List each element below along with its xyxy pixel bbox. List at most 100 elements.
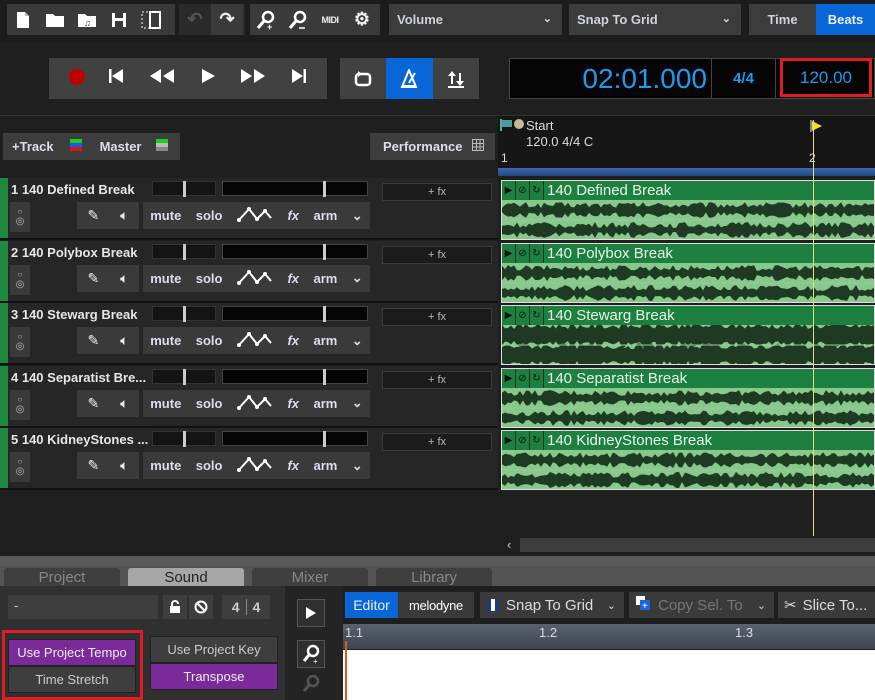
clip-mute-icon[interactable]: ⊘: [516, 306, 530, 326]
chevron-down-icon[interactable]: ⌄: [352, 458, 363, 474]
time-stretch-button[interactable]: Time Stretch: [8, 666, 136, 693]
clip-mute-icon[interactable]: ⊘: [516, 243, 530, 263]
solo-button[interactable]: solo: [196, 271, 223, 286]
clip-loop-icon[interactable]: ↻: [530, 181, 544, 200]
go-to-start-button[interactable]: [108, 68, 124, 89]
time-button[interactable]: Time: [749, 4, 816, 35]
pan-slider[interactable]: [152, 306, 216, 323]
disable-icon[interactable]: [189, 595, 213, 619]
time-signature-display[interactable]: 4/4: [712, 59, 776, 98]
edit-pencil-icon[interactable]: ✎: [87, 332, 99, 349]
mute-button[interactable]: mute: [150, 208, 181, 223]
time-position-display[interactable]: 02:01.000: [510, 59, 712, 98]
zoom-out-icon[interactable]: [282, 4, 314, 35]
editor-zoom-out-icon[interactable]: [302, 674, 320, 697]
pan-handle[interactable]: [183, 243, 186, 260]
chevron-down-icon[interactable]: ⌄: [352, 333, 363, 349]
pan-handle[interactable]: [183, 368, 186, 385]
sync-button[interactable]: [433, 58, 479, 99]
audio-clip[interactable]: ▶ ⊘ ↻ 140 KidneyStones Break: [501, 430, 875, 491]
pan-slider[interactable]: [152, 431, 216, 448]
editor-snap-dropdown[interactable]: Snap To Grid ⌄: [480, 592, 624, 618]
tab-library[interactable]: Library: [376, 568, 492, 586]
clip-loop-icon[interactable]: ↻: [530, 243, 544, 263]
track-fx-button[interactable]: fx: [287, 396, 299, 411]
scrollbar-thumb[interactable]: [520, 538, 875, 552]
edit-pencil-icon[interactable]: ✎: [87, 395, 99, 412]
track-fx-button[interactable]: fx: [287, 208, 299, 223]
track-row[interactable]: 2 140 Polybox Break ○ ◎ + fx ✎ 🔈︎ mute so…: [0, 240, 498, 303]
loop-range-bar[interactable]: [498, 168, 875, 176]
volume-slider[interactable]: [222, 431, 368, 448]
melodyne-tab[interactable]: melodyne: [398, 592, 474, 618]
volume-handle[interactable]: [323, 243, 326, 260]
editor-zoom-in-icon[interactable]: +: [297, 640, 325, 668]
metronome-button[interactable]: [386, 58, 433, 99]
edit-pencil-icon[interactable]: ✎: [87, 457, 99, 474]
editor-play-button[interactable]: [297, 599, 325, 627]
use-project-key-button[interactable]: Use Project Key: [150, 636, 278, 663]
go-to-end-button[interactable]: [291, 68, 307, 89]
clip-mute-icon[interactable]: ⊘: [516, 431, 530, 451]
edit-pencil-icon[interactable]: ✎: [87, 270, 99, 287]
new-file-icon[interactable]: [7, 4, 39, 35]
input-monitor-icon[interactable]: ○ ◎: [10, 202, 30, 232]
start-marker-label[interactable]: Start: [526, 118, 553, 133]
audio-clip[interactable]: ▶ ⊘ ↻ 140 Defined Break: [501, 180, 875, 240]
clip-loop-icon[interactable]: ↻: [530, 306, 544, 326]
track-name[interactable]: 2 140 Polybox Break: [11, 245, 137, 260]
chevron-down-icon[interactable]: ⌄: [352, 208, 363, 224]
insert-fx-button[interactable]: + fx: [382, 433, 492, 452]
clip-play-icon[interactable]: ▶: [502, 431, 516, 451]
solo-button[interactable]: solo: [196, 458, 223, 473]
open-folder-icon[interactable]: [39, 4, 71, 35]
track-color-strip[interactable]: [0, 365, 8, 426]
audio-clip[interactable]: ▶ ⊘ ↻ 140 Stewarg Break: [501, 305, 875, 366]
volume-slider[interactable]: [222, 368, 368, 385]
volume-slider[interactable]: [222, 243, 368, 260]
clip-mute-icon[interactable]: ⊘: [516, 368, 530, 388]
tab-mixer[interactable]: Mixer: [252, 568, 368, 586]
volume-handle[interactable]: [323, 306, 326, 323]
open-audio-folder-icon[interactable]: ♫: [71, 4, 103, 35]
input-monitor-icon[interactable]: ○ ◎: [10, 327, 30, 358]
audio-clip[interactable]: ▶ ⊘ ↻ 140 Separatist Break: [501, 367, 875, 428]
timeline-ruler[interactable]: Start 120.0 4/4 C 1 2: [498, 116, 875, 176]
tab-sound[interactable]: Sound: [128, 568, 244, 586]
track-color-strip[interactable]: [0, 303, 8, 364]
track-name[interactable]: 1 140 Defined Break: [11, 182, 135, 197]
snap-dropdown[interactable]: Snap To Grid ⌄: [569, 4, 741, 35]
volume-slider[interactable]: [222, 306, 368, 323]
automation-icon[interactable]: [236, 331, 273, 350]
lock-icon[interactable]: [163, 595, 187, 619]
volume-handle[interactable]: [323, 181, 326, 197]
arm-button[interactable]: arm: [313, 396, 337, 411]
automation-icon[interactable]: [236, 394, 273, 413]
slice-to-button[interactable]: ✂ Slice To...: [778, 592, 875, 618]
settings-icon[interactable]: ⚙: [346, 4, 378, 35]
speaker-icon[interactable]: 🔈︎: [120, 332, 128, 349]
fast-forward-button[interactable]: [239, 68, 267, 89]
insert-fx-button[interactable]: + fx: [382, 183, 492, 201]
mute-button[interactable]: mute: [150, 458, 181, 473]
pan-slider[interactable]: [152, 368, 216, 385]
beats-button[interactable]: Beats: [816, 4, 875, 35]
horizontal-scrollbar[interactable]: ‹: [498, 536, 875, 554]
rewind-button[interactable]: [148, 68, 176, 89]
clip-loop-icon[interactable]: ↻: [530, 431, 544, 451]
track-fx-button[interactable]: fx: [287, 271, 299, 286]
sound-time-signature[interactable]: 4 4: [222, 595, 270, 619]
splitter[interactable]: [0, 556, 875, 566]
loop-button[interactable]: [340, 58, 386, 99]
use-project-tempo-button[interactable]: Use Project Tempo: [8, 639, 136, 666]
zoom-in-icon[interactable]: +: [250, 4, 282, 35]
editor-cursor[interactable]: [345, 641, 347, 700]
midi-icon[interactable]: MIDI: [314, 4, 346, 35]
insert-fx-button[interactable]: + fx: [382, 308, 492, 327]
chevron-down-icon[interactable]: ⌄: [352, 270, 363, 286]
clip-header[interactable]: ▶ ⊘ ↻ 140 Polybox Break: [502, 243, 874, 263]
pan-handle[interactable]: [183, 181, 186, 197]
insert-fx-button[interactable]: + fx: [382, 245, 492, 264]
clip-header[interactable]: ▶ ⊘ ↻ 140 Defined Break: [502, 181, 874, 200]
clip-header[interactable]: ▶ ⊘ ↻ 140 Stewarg Break: [502, 306, 874, 326]
